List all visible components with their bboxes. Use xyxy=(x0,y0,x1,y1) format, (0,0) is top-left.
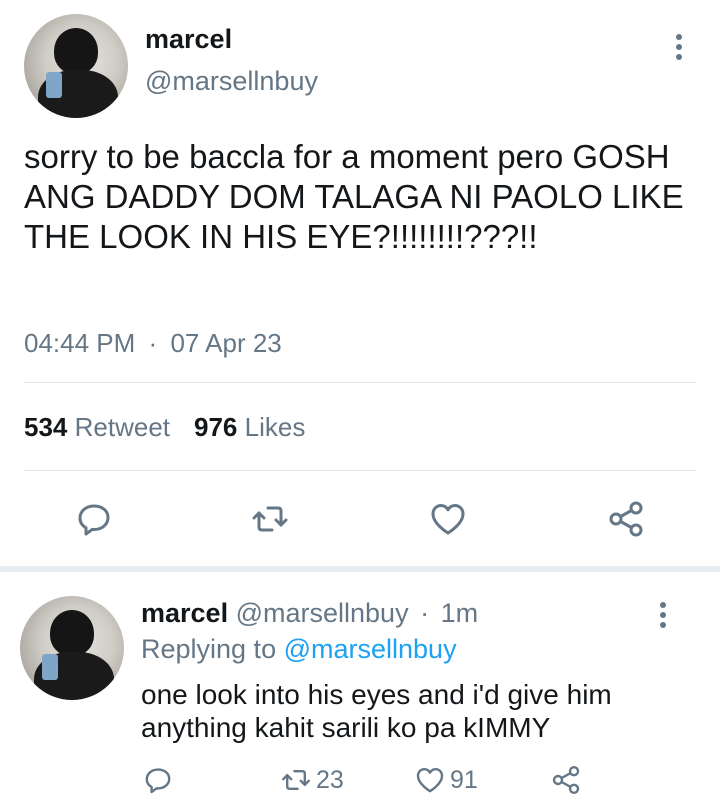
more-icon[interactable] xyxy=(676,34,682,64)
reply-icon xyxy=(145,768,171,794)
like-count: 976 xyxy=(194,412,238,442)
tweet-text: sorry to be baccla for a moment pero GOS… xyxy=(24,138,684,255)
share-button[interactable] xyxy=(604,497,648,541)
reply-retweet-button[interactable]: 23 xyxy=(280,764,344,796)
reply-age: 1m xyxy=(440,598,479,628)
reply-like-button[interactable]: 91 xyxy=(414,764,478,796)
reply-retweet-count: 23 xyxy=(316,765,344,794)
reply-icon xyxy=(78,504,110,536)
avatar[interactable] xyxy=(24,14,128,118)
divider xyxy=(24,470,696,471)
reply-header: marcel @marsellnbuy · 1m xyxy=(141,598,478,629)
tweet-date: 07 Apr 23 xyxy=(170,328,282,358)
retweet-label: Retweet xyxy=(74,412,171,442)
retweet-count: 534 xyxy=(24,412,68,442)
replying-to-link[interactable]: @marsellnbuy xyxy=(284,634,457,664)
reply-avatar[interactable] xyxy=(20,596,124,700)
section-divider xyxy=(0,566,720,572)
reply-author-name[interactable]: marcel xyxy=(141,598,228,628)
tweet-stats: 534 Retweet 976 Likes xyxy=(24,412,305,443)
replying-to: Replying to @marsellnbuy xyxy=(141,634,457,665)
replying-prefix: Replying to xyxy=(141,634,277,664)
author-handle[interactable]: @marsellnbuy xyxy=(145,66,318,97)
reply-share-button[interactable] xyxy=(550,764,586,796)
like-button[interactable] xyxy=(426,497,470,541)
reply-reply-button[interactable] xyxy=(142,764,178,796)
retweet-icon xyxy=(252,506,288,532)
retweet-icon xyxy=(282,770,310,790)
reply-more-icon[interactable] xyxy=(660,602,666,632)
reply-separator: · xyxy=(420,598,430,628)
share-icon xyxy=(609,501,643,537)
tweet-time: 04:44 PM xyxy=(24,328,136,358)
divider xyxy=(24,382,696,383)
tweet-timestamp: 04:44 PM · 07 Apr 23 xyxy=(24,328,282,359)
like-label: Likes xyxy=(244,412,306,442)
meta-separator: · xyxy=(148,328,158,358)
reply-like-count: 91 xyxy=(450,765,478,794)
reply-text: one look into his eyes and i'd give him … xyxy=(141,679,612,743)
share-icon xyxy=(552,766,580,794)
reply-author-handle[interactable]: @marsellnbuy xyxy=(236,598,409,628)
like-stat[interactable]: 976 Likes xyxy=(194,412,305,442)
author-name[interactable]: marcel xyxy=(145,24,232,55)
retweet-button[interactable] xyxy=(248,497,292,541)
like-icon xyxy=(431,504,465,535)
reply-button[interactable] xyxy=(72,497,116,541)
like-icon xyxy=(416,768,444,793)
retweet-stat[interactable]: 534 Retweet xyxy=(24,412,170,442)
